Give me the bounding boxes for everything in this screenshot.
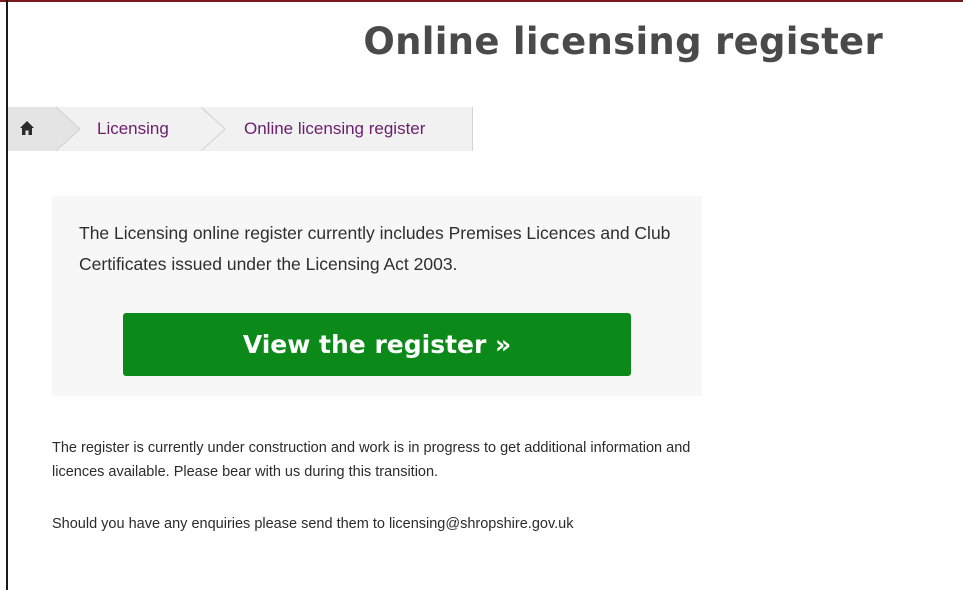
- info-panel: The Licensing online register currently …: [52, 196, 702, 396]
- breadcrumb-home-link[interactable]: [8, 107, 56, 151]
- breadcrumb-item-online-licensing-register[interactable]: Online licensing register: [244, 107, 425, 151]
- construction-notice: The register is currently under construc…: [52, 440, 691, 480]
- window-left-border: [6, 0, 8, 590]
- register-description: The Licensing online register currently …: [79, 223, 671, 274]
- breadcrumb-separator-icon: [56, 107, 80, 151]
- breadcrumb: Licensing Online licensing register: [8, 107, 473, 151]
- home-icon: [20, 121, 34, 135]
- window-top-border: [0, 0, 963, 2]
- breadcrumb-item-licensing[interactable]: Licensing: [97, 107, 169, 151]
- enquiries-notice: Should you have any enquiries please sen…: [52, 516, 574, 532]
- view-register-button[interactable]: View the register »: [123, 313, 631, 376]
- page-title: Online licensing register: [363, 20, 883, 63]
- breadcrumb-separator-icon: [201, 107, 225, 151]
